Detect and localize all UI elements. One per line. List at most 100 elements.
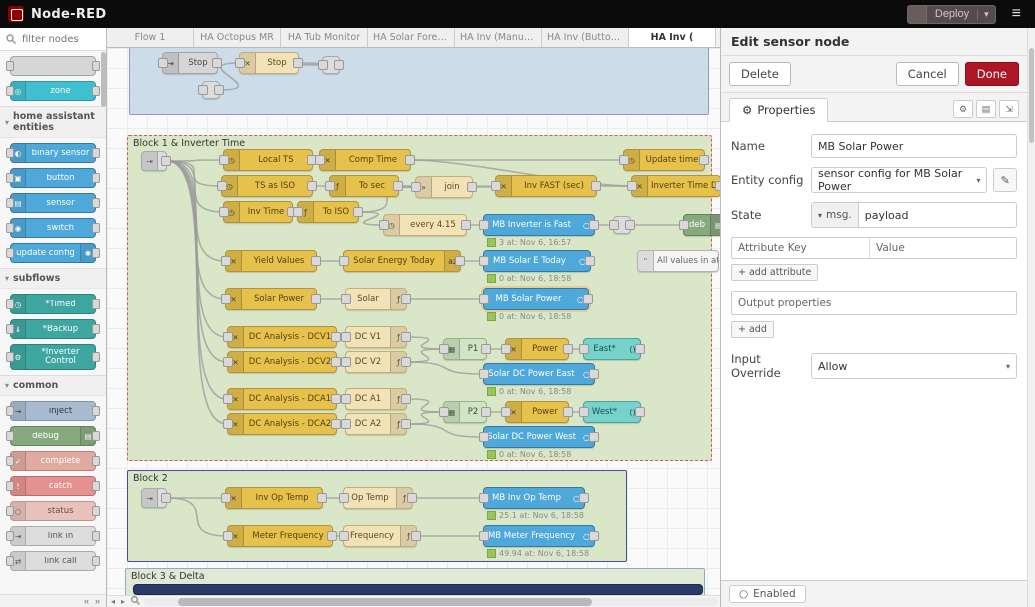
output-port[interactable]	[331, 394, 341, 404]
flow-tab-HA-Inv-([interactable]: HA Inv (	[629, 28, 716, 47]
state-input[interactable]	[859, 203, 1016, 227]
input-port[interactable]	[339, 256, 349, 266]
input-port[interactable]	[479, 432, 489, 442]
flow-node-invtimediff[interactable]: ✕Inverter Time Diffe	[631, 175, 720, 197]
input-port[interactable]	[339, 493, 349, 503]
output-port[interactable]	[563, 344, 573, 354]
flow-node-solartoday[interactable]: Solar Energy Todayaz	[343, 250, 461, 272]
palette-category-home-assistant-entities[interactable]: ▾home assistant entities	[0, 106, 106, 138]
name-input[interactable]	[811, 134, 1017, 158]
output-port[interactable]	[579, 493, 589, 503]
canvas-hscrollbar-thumb[interactable]	[178, 598, 591, 606]
output-port[interactable]	[334, 60, 344, 70]
input-port[interactable]	[223, 332, 233, 342]
output-port[interactable]	[311, 256, 321, 266]
output-port[interactable]	[214, 85, 224, 95]
flow-node-lkC[interactable]	[613, 216, 631, 234]
input-port[interactable]	[221, 256, 231, 266]
input-port[interactable]	[501, 407, 511, 417]
flow-node-deb[interactable]: deb▤	[683, 214, 720, 236]
input-port[interactable]	[479, 531, 489, 541]
output-port[interactable]	[317, 493, 327, 503]
flow-node-stop2[interactable]: ✕Stop	[239, 52, 299, 74]
input-port[interactable]	[318, 60, 328, 70]
input-port[interactable]	[501, 344, 511, 354]
input-port[interactable]	[479, 493, 489, 503]
flow-node-freqn[interactable]: Frequencyƒ	[343, 525, 417, 547]
output-port[interactable]	[393, 181, 403, 191]
output-port[interactable]	[212, 58, 222, 68]
flow-node-toiso[interactable]: ƒTo ISO	[297, 201, 359, 223]
flow-node-linkin1[interactable]: ⇥	[141, 151, 167, 171]
flow-node-mbmeterfreq[interactable]: MB Meter Frequency○	[483, 525, 595, 547]
palette-category-subflows[interactable]: ▾subflows	[0, 268, 106, 289]
output-port[interactable]	[327, 531, 337, 541]
input-port[interactable]	[235, 58, 245, 68]
flow-node-lkB[interactable]	[322, 56, 340, 74]
flow-node-power1[interactable]: ✕Power	[505, 338, 569, 360]
flow-node-power2[interactable]: ✕Power	[505, 401, 569, 423]
flow-tab-HA-Inv-(Manual)-DE[interactable]: HA Inv (Manual) DE	[455, 28, 542, 47]
output-port[interactable]	[625, 220, 635, 230]
output-port[interactable]	[589, 220, 599, 230]
palette-node-status[interactable]: ○status	[10, 501, 96, 521]
flow-node-mbsolartoday[interactable]: MB Solar E Today○	[483, 250, 591, 272]
output-port[interactable]	[401, 332, 411, 342]
output-port[interactable]	[331, 357, 341, 367]
input-port[interactable]	[223, 531, 233, 541]
flow-node-navybar[interactable]	[133, 584, 703, 595]
flow-node-p2[interactable]: ▦P2	[443, 401, 487, 423]
flow-node-solarpower[interactable]: ✕Solar Power	[225, 288, 317, 310]
palette-search[interactable]	[0, 28, 106, 51]
flow-node-join[interactable]: »join	[415, 176, 473, 198]
flow-node-optemp[interactable]: Op Tempƒ	[343, 487, 413, 509]
input-port[interactable]	[479, 369, 489, 379]
flow-node-linkin2[interactable]: ⇥	[141, 488, 167, 508]
palette-node-link-in[interactable]: ⇥link in	[10, 526, 96, 546]
input-port[interactable]	[579, 407, 589, 417]
page-vscrollbar-thumb[interactable]	[1029, 48, 1034, 143]
input-port[interactable]	[293, 207, 303, 217]
flow-node-dceast[interactable]: Solar DC Power East○	[483, 363, 595, 385]
collapse-categories-button[interactable]: «	[82, 596, 91, 606]
output-port[interactable]	[585, 256, 595, 266]
delete-button[interactable]: Delete	[729, 62, 791, 86]
output-port[interactable]	[589, 369, 599, 379]
palette-node-debug[interactable]: debug▤	[10, 426, 96, 446]
input-port[interactable]	[627, 181, 637, 191]
add-attribute-button[interactable]: + add attribute	[731, 264, 818, 281]
done-button[interactable]: Done	[965, 62, 1019, 86]
input-port[interactable]	[325, 181, 335, 191]
input-port[interactable]	[341, 419, 351, 429]
input-port[interactable]	[411, 182, 421, 192]
flow-tab-Flow-1[interactable]: Flow 1	[107, 28, 194, 47]
output-port[interactable]	[461, 220, 471, 230]
palette-node-*Inverter-Control[interactable]: ⚙*Inverter Control	[10, 344, 96, 370]
output-port[interactable]	[589, 432, 599, 442]
palette-node-*Timed[interactable]: ◷*Timed	[10, 294, 96, 314]
palette-node-inject[interactable]: →inject	[10, 401, 96, 421]
input-port[interactable]	[223, 394, 233, 404]
flow-node-dca2n[interactable]: DC A2ƒ	[345, 413, 407, 435]
input-port[interactable]	[341, 294, 351, 304]
output-port[interactable]	[583, 294, 593, 304]
flow-node-dcv1[interactable]: ✕DC Analysis - DCV1	[227, 326, 337, 348]
input-port[interactable]	[198, 85, 208, 95]
input-port[interactable]	[379, 220, 389, 230]
input-port[interactable]	[221, 493, 231, 503]
output-port[interactable]	[467, 182, 477, 192]
flow-tab-HA-Inv-(Buttons)[interactable]: HA Inv (Buttons)	[542, 28, 629, 47]
flow-node-comptime[interactable]: ✕Comp Time	[319, 149, 411, 171]
scroll-right-button[interactable]: ▸	[119, 598, 127, 606]
palette-node-switch[interactable]: ◉switch	[10, 218, 96, 238]
edit-entity-config-button[interactable]: ✎	[993, 168, 1017, 192]
flow-node-invop[interactable]: ✕Inv Op Temp	[225, 487, 323, 509]
output-port[interactable]	[293, 58, 303, 68]
flow-node-dca1n[interactable]: DC A1ƒ	[345, 388, 407, 410]
flow-node-mbinvop[interactable]: MB Inv Op Temp○	[483, 487, 585, 509]
cancel-button[interactable]: Cancel	[896, 62, 959, 86]
output-port[interactable]	[563, 407, 573, 417]
node-description-button[interactable]: ▤	[976, 100, 996, 118]
input-port[interactable]	[439, 407, 449, 417]
flow-node-meterfreq[interactable]: ✕Meter Frequency	[227, 525, 333, 547]
